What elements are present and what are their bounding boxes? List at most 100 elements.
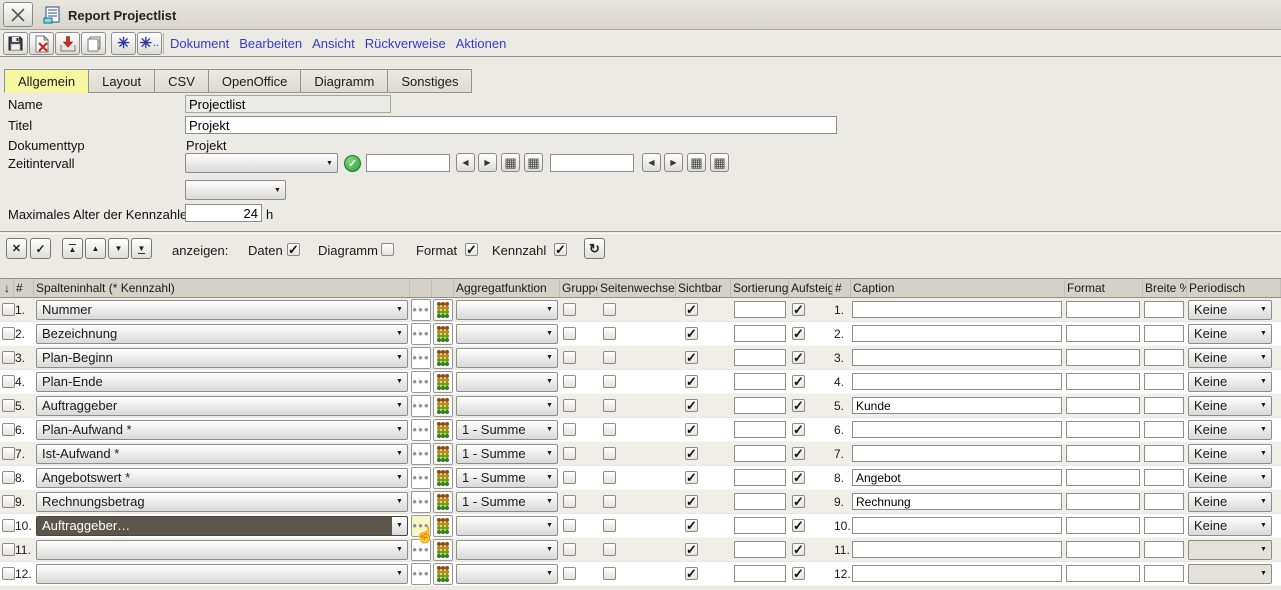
- column-colors-button[interactable]: [433, 563, 453, 585]
- caption-input[interactable]: [852, 349, 1062, 366]
- tab-sonstiges[interactable]: Sonstiges: [387, 69, 472, 93]
- refresh-kennzahl-button[interactable]: ↻: [584, 238, 605, 259]
- caption-input[interactable]: [852, 445, 1062, 462]
- gruppe-checkbox[interactable]: [563, 471, 576, 484]
- menu-item-ansicht[interactable]: Ansicht: [312, 36, 355, 51]
- tab-openoffice[interactable]: OpenOffice: [208, 69, 302, 93]
- move-down-button[interactable]: ▼: [108, 238, 129, 259]
- aggregate-function-select[interactable]: ▼: [456, 396, 558, 416]
- column-content-select[interactable]: Angebotswert *▼: [36, 468, 408, 488]
- aggregate-function-select[interactable]: ▼: [456, 564, 558, 584]
- sichtbar-checkbox[interactable]: ✓: [685, 375, 698, 388]
- format-input[interactable]: [1066, 565, 1140, 582]
- sortierung-input[interactable]: [734, 517, 786, 534]
- aufsteigend-checkbox[interactable]: ✓: [792, 423, 805, 436]
- column-colors-button[interactable]: [433, 539, 453, 561]
- aufsteigend-checkbox[interactable]: ✓: [792, 567, 805, 580]
- aggregate-function-select[interactable]: ▼: [456, 348, 558, 368]
- sortierung-input[interactable]: [734, 469, 786, 486]
- column-content-select[interactable]: Plan-Beginn▼: [36, 348, 408, 368]
- close-button[interactable]: [3, 2, 33, 27]
- column-colors-button[interactable]: [433, 371, 453, 393]
- titel-input[interactable]: [185, 116, 837, 134]
- kennzahl-update-options-button[interactable]: ✳..: [137, 32, 162, 55]
- caption-input[interactable]: [852, 493, 1062, 510]
- breite-input[interactable]: [1144, 301, 1184, 318]
- sichtbar-checkbox[interactable]: ✓: [685, 351, 698, 364]
- column-content-select[interactable]: Nummer▼: [36, 300, 408, 320]
- aufsteigend-checkbox[interactable]: ✓: [792, 471, 805, 484]
- format-input[interactable]: [1066, 325, 1140, 342]
- caption-input[interactable]: [852, 541, 1062, 558]
- column-detail-button[interactable]: ●●●: [411, 419, 431, 441]
- breite-input[interactable]: [1144, 445, 1184, 462]
- format-input[interactable]: [1066, 397, 1140, 414]
- format-input[interactable]: [1066, 445, 1140, 462]
- caption-input[interactable]: [852, 301, 1062, 318]
- format-input[interactable]: [1066, 301, 1140, 318]
- tab-diagramm[interactable]: Diagramm: [300, 69, 388, 93]
- breite-input[interactable]: [1144, 325, 1184, 342]
- column-colors-button[interactable]: [433, 395, 453, 417]
- breite-input[interactable]: [1144, 541, 1184, 558]
- column-detail-button[interactable]: ●●●: [411, 539, 431, 561]
- anzeigen-daten-checkbox[interactable]: ✓: [287, 243, 300, 256]
- sichtbar-checkbox[interactable]: ✓: [685, 447, 698, 460]
- anzeigen-kennzahl-checkbox[interactable]: ✓: [554, 243, 567, 256]
- sichtbar-checkbox[interactable]: ✓: [685, 399, 698, 412]
- gruppe-checkbox[interactable]: [563, 567, 576, 580]
- column-detail-button[interactable]: ●●●: [411, 395, 431, 417]
- gruppe-checkbox[interactable]: [563, 375, 576, 388]
- zeitintervall-sub-select[interactable]: ▼: [185, 180, 286, 200]
- sichtbar-checkbox[interactable]: ✓: [685, 471, 698, 484]
- gruppe-checkbox[interactable]: [563, 423, 576, 436]
- gruppe-checkbox[interactable]: [563, 351, 576, 364]
- menu-item-dokument[interactable]: Dokument: [170, 36, 229, 51]
- column-content-select[interactable]: Rechnungsbetrag▼: [36, 492, 408, 512]
- copy-button[interactable]: [81, 32, 106, 55]
- menu-item-bearbeiten[interactable]: Bearbeiten: [239, 36, 302, 51]
- periodisch-select[interactable]: Keine▼: [1188, 492, 1272, 512]
- periodisch-select[interactable]: Keine▼: [1188, 468, 1272, 488]
- seitenwechsel-checkbox[interactable]: [603, 423, 616, 436]
- sortierung-input[interactable]: [734, 541, 786, 558]
- sichtbar-checkbox[interactable]: ✓: [685, 495, 698, 508]
- column-colors-button[interactable]: [433, 323, 453, 345]
- column-detail-button[interactable]: ●●●: [411, 563, 431, 585]
- sichtbar-checkbox[interactable]: ✓: [685, 423, 698, 436]
- column-colors-button[interactable]: [433, 419, 453, 441]
- breite-input[interactable]: [1144, 373, 1184, 390]
- breite-input[interactable]: [1144, 565, 1184, 582]
- anzeigen-diagramm-checkbox[interactable]: [381, 243, 394, 256]
- sortierung-input[interactable]: [734, 421, 786, 438]
- gruppe-checkbox[interactable]: [563, 495, 576, 508]
- column-content-select[interactable]: Bezeichnung▼: [36, 324, 408, 344]
- aggregate-function-select[interactable]: ▼: [456, 324, 558, 344]
- aufsteigend-checkbox[interactable]: ✓: [792, 447, 805, 460]
- column-detail-button[interactable]: ●●●: [411, 491, 431, 513]
- sortierung-input[interactable]: [734, 325, 786, 342]
- seitenwechsel-checkbox[interactable]: [603, 303, 616, 316]
- column-content-select[interactable]: Auftraggeber…▼: [36, 516, 408, 536]
- sortierung-input[interactable]: [734, 493, 786, 510]
- periodisch-select[interactable]: ▼: [1188, 540, 1272, 560]
- sichtbar-checkbox[interactable]: ✓: [685, 327, 698, 340]
- column-colors-button[interactable]: [433, 515, 453, 537]
- column-content-select[interactable]: ▼: [36, 564, 408, 584]
- breite-input[interactable]: [1144, 493, 1184, 510]
- format-input[interactable]: [1066, 349, 1140, 366]
- date-to-calendar2-button[interactable]: ▦: [710, 153, 729, 172]
- breite-input[interactable]: [1144, 421, 1184, 438]
- aggregate-function-select[interactable]: 1 - Summe▼: [456, 492, 558, 512]
- anzeigen-format-checkbox[interactable]: ✓: [465, 243, 478, 256]
- column-content-select[interactable]: ▼: [36, 540, 408, 560]
- format-input[interactable]: [1066, 517, 1140, 534]
- column-content-select[interactable]: Plan-Aufwand *▼: [36, 420, 408, 440]
- date-to-prev-button[interactable]: ◀: [642, 153, 661, 172]
- seitenwechsel-checkbox[interactable]: [603, 567, 616, 580]
- save-button[interactable]: [3, 32, 28, 55]
- periodisch-select[interactable]: Keine▼: [1188, 300, 1272, 320]
- column-colors-button[interactable]: [433, 347, 453, 369]
- name-input[interactable]: [185, 95, 391, 113]
- aggregate-function-select[interactable]: 1 - Summe▼: [456, 420, 558, 440]
